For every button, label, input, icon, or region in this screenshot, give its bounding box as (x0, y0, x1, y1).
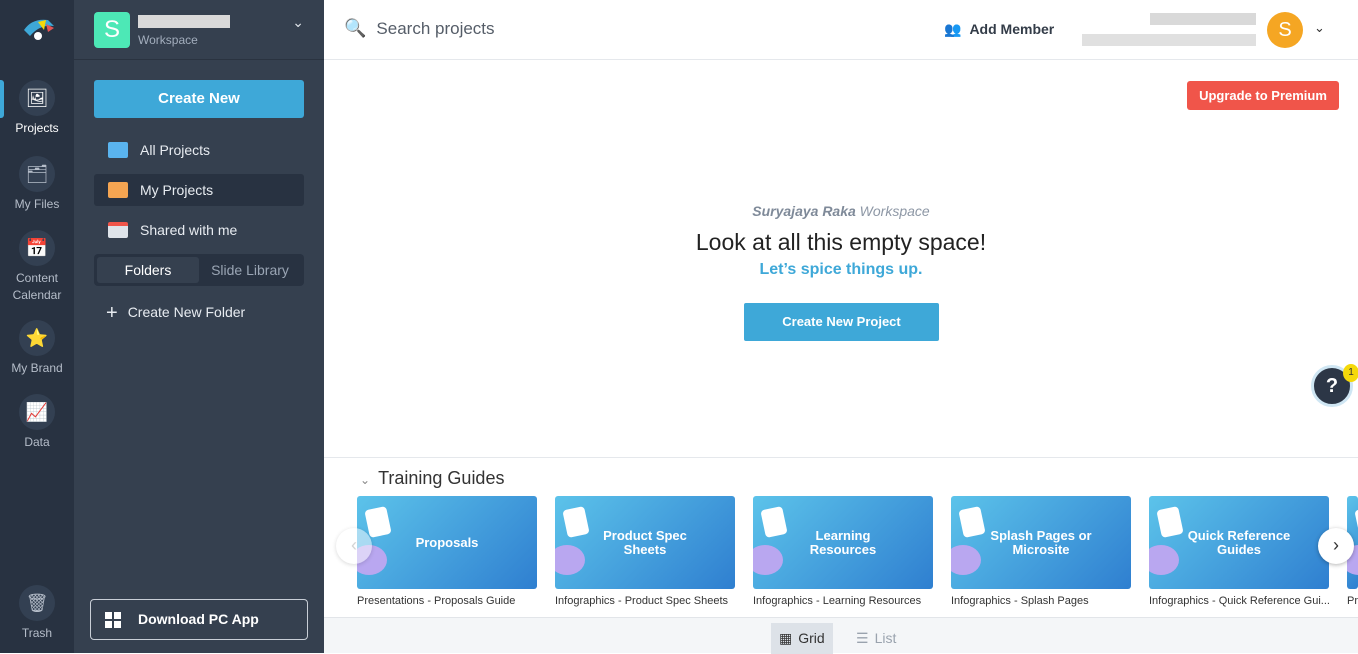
view-toggle-bar: ▦ Grid ☰ List (324, 617, 1358, 654)
empty-subline: Let’s spice things up. (759, 261, 923, 278)
guide-caption: Pr (1347, 595, 1358, 607)
rail-my-brand[interactable]: ⭐ My Brand (0, 320, 74, 377)
download-pc-app-button[interactable]: Download PC App (90, 599, 308, 640)
guide-thumbnail: Product Spec Sheets (555, 496, 735, 589)
guide-thumbnail: Proposals (357, 496, 537, 589)
nav-label: All Projects (140, 142, 211, 158)
download-label: Download PC App (138, 611, 259, 627)
empty-headline: Look at all this empty space! (695, 229, 987, 255)
guide-card[interactable]: Learning Resources Infographics - Learnin… (753, 496, 933, 607)
my-projects-icon (108, 182, 128, 198)
project-sidebar: S Workspace ⌄ Create New All Projects My… (74, 0, 324, 653)
list-label: List (874, 630, 897, 646)
carousel-next-button[interactable]: › (1318, 528, 1354, 564)
workspace-label: Suryajaya Raka Workspace (324, 203, 1358, 219)
windows-icon (105, 612, 121, 628)
add-member-button[interactable]: 👥 Add Member (944, 21, 1054, 38)
guide-thumbnail: Splash Pages or Microsite (951, 496, 1131, 589)
guide-card[interactable]: Quick Reference Guides Infographics - Qui… (1149, 496, 1329, 607)
user-email-redacted (1082, 34, 1256, 46)
nav-shared-with-me[interactable]: Shared with me (94, 214, 304, 246)
rail-label: Content Calendar (12, 271, 62, 302)
guide-thumbnail: Quick Reference Guides (1149, 496, 1329, 589)
carousel-prev-button[interactable]: ‹ (336, 528, 372, 564)
guide-caption: Infographics - Product Spec Sheets (555, 595, 729, 607)
calendar-icon: 📅 (19, 230, 55, 266)
tab-folders[interactable]: Folders (97, 257, 199, 283)
all-projects-icon (108, 142, 128, 158)
workspace-owner: Suryajaya Raka (752, 203, 856, 219)
rail-trash[interactable]: 🗑 Trash (0, 585, 74, 642)
nav-my-projects[interactable]: My Projects (94, 174, 304, 206)
chevron-down-icon: ⌄ (360, 473, 371, 487)
nav-label: Shared with me (140, 222, 238, 238)
create-new-folder[interactable]: + Create New Folder (106, 302, 245, 325)
rail-label: My Brand (11, 361, 63, 375)
workspace-name-redacted (138, 15, 230, 28)
projects-icon: 🖼 (19, 80, 55, 116)
create-new-button[interactable]: Create New (94, 80, 304, 118)
rail-label: Data (24, 435, 50, 449)
training-guides-section: ⌄ Training Guides Proposals Presentations … (324, 457, 1358, 617)
chevron-down-icon[interactable]: ⌄ (292, 14, 304, 31)
grid-view-button[interactable]: ▦ Grid (771, 623, 833, 654)
rail-content-calendar[interactable]: 📅 Content Calendar (0, 230, 74, 304)
search-placeholder: Search projects (376, 19, 495, 38)
guide-thumbnail: Learning Resources (753, 496, 933, 589)
app-logo[interactable] (22, 16, 56, 44)
guide-card[interactable]: Product Spec Sheets Infographics - Produc… (555, 496, 735, 607)
rail-label: Projects (15, 121, 59, 135)
icon-rail: 🖼 Projects 🗂 My Files 📅 Content Calendar ⭐ M… (0, 0, 74, 653)
guide-caption: Infographics - Splash Pages (951, 595, 1089, 607)
data-icon: 📈 (19, 394, 55, 430)
grid-icon: ▦ (779, 630, 793, 646)
shared-icon (108, 222, 128, 238)
help-badge: 1 (1343, 364, 1358, 382)
upgrade-button[interactable]: Upgrade to Premium (1187, 81, 1339, 110)
brand-icon: ⭐ (19, 320, 55, 356)
guide-caption: Presentations - Proposals Guide (357, 595, 516, 607)
rail-label: Trash (21, 626, 53, 640)
section-title: Training Guides (378, 468, 505, 488)
plus-icon: + (106, 302, 118, 324)
tab-slide-library[interactable]: Slide Library (199, 257, 301, 283)
workspace-avatar: S (94, 12, 130, 48)
rail-data[interactable]: 📈 Data (0, 394, 74, 451)
guide-caption: Infographics - Learning Resources (753, 595, 922, 607)
rail-my-files[interactable]: 🗂 My Files (0, 156, 74, 213)
create-folder-label: Create New Folder (127, 304, 246, 320)
list-view-button[interactable]: ☰ List (848, 623, 904, 654)
guide-card[interactable]: Splash Pages or Microsite Infographics - … (951, 496, 1131, 607)
add-member-label: Add Member (969, 21, 1055, 37)
chevron-down-icon[interactable]: ⌄ (1314, 20, 1325, 36)
grid-label: Grid (798, 630, 825, 646)
top-bar: 🔍 Search projects 👥 Add Member S ⌄ (324, 0, 1358, 60)
workspace-switcher[interactable]: S Workspace ⌄ (74, 0, 324, 60)
create-new-project-button[interactable]: Create New Project (744, 303, 939, 341)
rail-projects[interactable]: 🖼 Projects (0, 80, 74, 137)
guide-card[interactable]: Proposals Presentations - Proposals Guide (357, 496, 537, 607)
folder-tabs: Folders Slide Library (94, 254, 304, 286)
list-icon: ☰ (856, 630, 869, 646)
nav-label: My Projects (140, 182, 214, 198)
files-icon: 🗂 (19, 156, 55, 192)
rail-label: My Files (14, 197, 60, 211)
nav-all-projects[interactable]: All Projects (94, 134, 304, 166)
avatar[interactable]: S (1267, 12, 1303, 48)
search-icon: 🔍 (344, 18, 367, 38)
trash-icon: 🗑 (19, 585, 55, 621)
user-name-redacted (1150, 13, 1256, 25)
workspace-subtitle: Workspace (138, 33, 198, 47)
training-guides-toggle[interactable]: ⌄ Training Guides (360, 468, 504, 489)
guide-caption: Infographics - Quick Reference Gui... (1149, 595, 1329, 607)
add-member-icon: 👥 (944, 21, 962, 37)
workspace-suffix: Workspace (855, 203, 930, 219)
search-input[interactable]: 🔍 Search projects (344, 18, 495, 39)
